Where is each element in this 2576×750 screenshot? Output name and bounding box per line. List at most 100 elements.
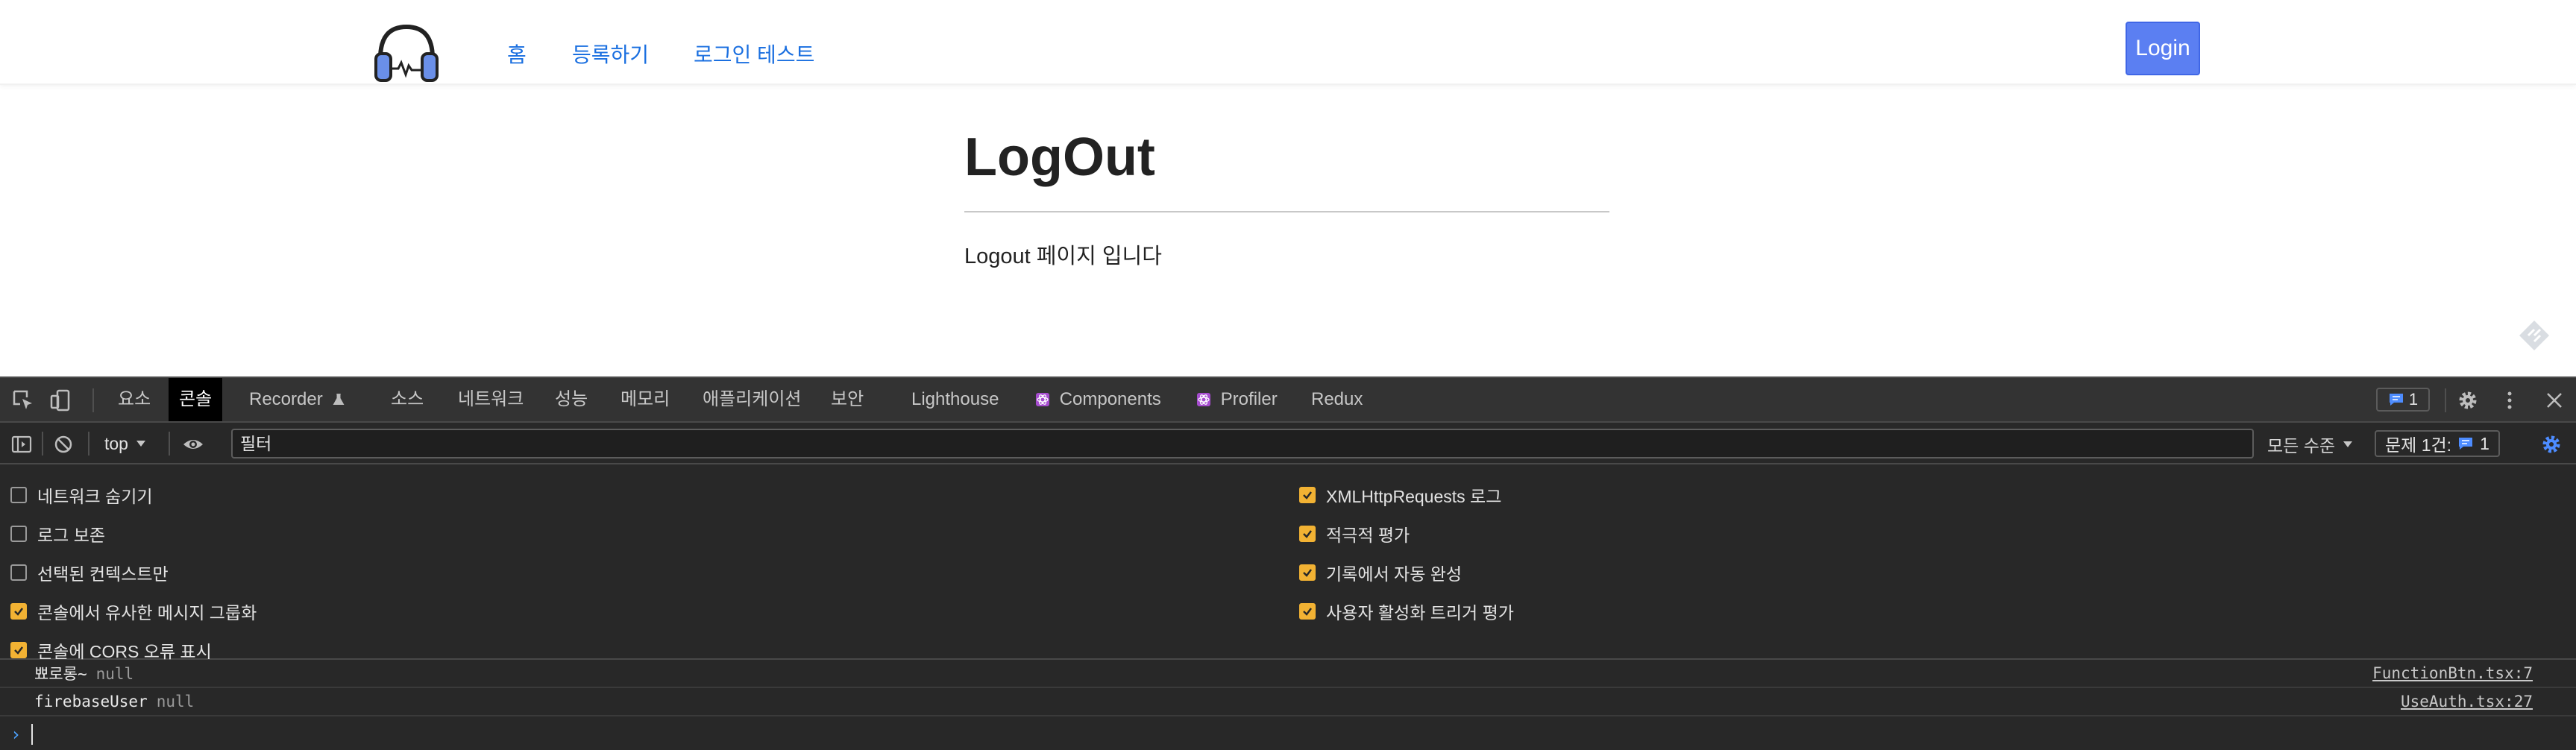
console-settings-panel: 네트워크 숨기기 로그 보존 선택된 컨텍스트만 콘솔에서 유사한 메시지 그룹… bbox=[0, 464, 2576, 663]
option-preserve-log[interactable]: 로그 보존 bbox=[10, 521, 105, 546]
console-prompt: › bbox=[0, 716, 2576, 750]
devtools-panel: 요소 콘솔 Recorder 소스 네트워크 성능 메모리 애플리케이션 보안 … bbox=[0, 376, 2576, 750]
kebab-menu-icon[interactable] bbox=[2498, 389, 2521, 412]
messages-badge[interactable]: 1 bbox=[2376, 388, 2430, 412]
gear-icon[interactable] bbox=[2457, 389, 2479, 412]
issues-label: 문제 1건: bbox=[2385, 435, 2452, 455]
nav-link-register[interactable]: 등록하기 bbox=[572, 39, 649, 69]
sidebar-toggle-icon[interactable] bbox=[10, 433, 33, 456]
option-hide-network[interactable]: 네트워크 숨기기 bbox=[10, 482, 153, 508]
checkbox[interactable] bbox=[10, 526, 27, 542]
option-log-xhr[interactable]: XMLHttpRequests 로그 bbox=[1299, 482, 1501, 508]
option-label: 로그 보존 bbox=[37, 526, 106, 545]
log-value: null bbox=[156, 693, 195, 710]
option-autocomplete-history[interactable]: 기록에서 자동 완성 bbox=[1299, 560, 1462, 585]
log-label: 뾰로롱~ bbox=[34, 665, 87, 683]
option-user-activation-eval[interactable]: 사용자 활성화 트리거 평가 bbox=[1299, 599, 1514, 624]
title-divider bbox=[964, 211, 1609, 212]
device-toggle-icon[interactable] bbox=[49, 389, 72, 412]
console-output: 뾰로롱~ null FunctionBtn.tsx:7 firebaseUser n… bbox=[0, 660, 2576, 750]
option-show-cors-errors[interactable]: 콘솔에 CORS 오류 표시 bbox=[10, 637, 212, 663]
issues-button[interactable]: 문제 1건: 1 bbox=[2375, 430, 2500, 457]
checkbox[interactable] bbox=[10, 487, 27, 503]
context-value: top bbox=[104, 433, 128, 453]
devtools-float-icon[interactable] bbox=[2518, 319, 2551, 352]
web-page: 홈 등록하기 로그인 테스트 Login LogOut Logout 페이지 입… bbox=[0, 0, 2576, 376]
toolbar-separator bbox=[88, 432, 89, 456]
option-selected-context-only[interactable]: 선택된 컨텍스트만 bbox=[10, 560, 169, 585]
tab-recorder[interactable]: Recorder bbox=[239, 378, 356, 421]
toolbar-separator bbox=[2445, 388, 2446, 412]
log-levels-dropdown[interactable]: 모든 수준 bbox=[2267, 432, 2353, 457]
inspect-icon[interactable] bbox=[12, 389, 34, 412]
checkbox[interactable] bbox=[1299, 603, 1316, 620]
clear-console-icon[interactable] bbox=[52, 433, 75, 456]
tab-elements[interactable]: 요소 bbox=[107, 378, 161, 421]
headphones-logo-icon[interactable] bbox=[371, 16, 442, 86]
page-description: Logout 페이지 입니다 bbox=[964, 245, 1162, 268]
react-icon bbox=[1197, 393, 1210, 406]
checkbox[interactable] bbox=[10, 564, 27, 581]
option-label: 선택된 컨텍스트만 bbox=[37, 564, 169, 584]
prompt-chevron-icon: › bbox=[10, 723, 22, 745]
tab-application[interactable]: 애플리케이션 bbox=[692, 378, 811, 421]
message-icon bbox=[2389, 394, 2403, 406]
toolbar-separator bbox=[42, 432, 43, 456]
option-group-similar[interactable]: 콘솔에서 유사한 메시지 그룹화 bbox=[10, 599, 257, 624]
tab-profiler-label: Profiler bbox=[1220, 389, 1278, 409]
tab-components-label: Components bbox=[1059, 389, 1161, 409]
tab-components[interactable]: Components bbox=[1025, 378, 1172, 421]
option-eager-evaluation[interactable]: 적극적 평가 bbox=[1299, 521, 1410, 546]
option-label: 기록에서 자동 완성 bbox=[1326, 564, 1463, 584]
log-entry: firebaseUser null UseAuth.tsx:27 bbox=[0, 688, 2576, 716]
tab-sources[interactable]: 소스 bbox=[380, 378, 434, 421]
option-label: 네트워크 숨기기 bbox=[37, 487, 153, 506]
nav-link-home[interactable]: 홈 bbox=[507, 39, 527, 69]
option-label: XMLHttpRequests 로그 bbox=[1326, 487, 1502, 506]
checkbox[interactable] bbox=[1299, 526, 1316, 542]
log-message: 뾰로롱~ null bbox=[34, 662, 133, 684]
tab-lighthouse[interactable]: Lighthouse bbox=[901, 378, 1009, 421]
checkbox[interactable] bbox=[1299, 564, 1316, 581]
tab-network[interactable]: 네트워크 bbox=[447, 378, 534, 421]
checkbox[interactable] bbox=[10, 642, 27, 658]
caret-down-icon bbox=[136, 441, 145, 447]
toolbar-separator bbox=[169, 432, 170, 456]
page-title: LogOut bbox=[964, 127, 1155, 187]
react-icon bbox=[1036, 393, 1049, 406]
option-label: 적극적 평가 bbox=[1326, 526, 1410, 545]
toolbar-separator bbox=[92, 388, 94, 412]
checkbox[interactable] bbox=[1299, 487, 1316, 503]
close-icon[interactable] bbox=[2543, 389, 2566, 412]
tab-memory[interactable]: 메모리 bbox=[610, 378, 680, 421]
messages-count: 1 bbox=[2408, 390, 2419, 409]
tab-security[interactable]: 보안 bbox=[820, 378, 874, 421]
option-label: 콘솔에서 유사한 메시지 그룹화 bbox=[37, 603, 257, 623]
flask-icon bbox=[333, 394, 345, 405]
navbar: 홈 등록하기 로그인 테스트 Login bbox=[0, 0, 2576, 85]
tab-console[interactable]: 콘솔 bbox=[169, 378, 223, 421]
tab-performance[interactable]: 성능 bbox=[544, 378, 598, 421]
context-selector[interactable]: top bbox=[104, 432, 146, 456]
console-settings-gear-icon[interactable] bbox=[2540, 433, 2563, 456]
checkbox[interactable] bbox=[10, 603, 27, 620]
eye-icon[interactable] bbox=[182, 433, 204, 456]
console-input[interactable] bbox=[31, 724, 2552, 745]
log-value: null bbox=[95, 665, 134, 683]
tab-recorder-label: Recorder bbox=[249, 389, 323, 409]
log-source-link[interactable]: UseAuth.tsx:27 bbox=[2401, 693, 2533, 710]
devtools-tabbar: 요소 콘솔 Recorder 소스 네트워크 성능 메모리 애플리케이션 보안 … bbox=[0, 378, 2576, 423]
log-source-link[interactable]: FunctionBtn.tsx:7 bbox=[2372, 664, 2533, 682]
log-label: firebaseUser bbox=[34, 693, 148, 710]
log-message: firebaseUser null bbox=[34, 693, 194, 710]
log-entry: 뾰로롱~ null FunctionBtn.tsx:7 bbox=[0, 660, 2576, 688]
nav-link-login-test[interactable]: 로그인 테스트 bbox=[694, 39, 814, 69]
issues-count: 1 bbox=[2480, 433, 2489, 453]
tab-redux[interactable]: Redux bbox=[1301, 378, 1373, 421]
caret-down-icon bbox=[2343, 441, 2353, 447]
tab-profiler[interactable]: Profiler bbox=[1186, 378, 1288, 421]
login-button[interactable]: Login bbox=[2126, 22, 2200, 75]
option-label: 콘솔에 CORS 오류 표시 bbox=[37, 642, 212, 661]
log-levels-label: 모든 수준 bbox=[2267, 436, 2336, 456]
console-filter-input[interactable] bbox=[231, 429, 2254, 458]
